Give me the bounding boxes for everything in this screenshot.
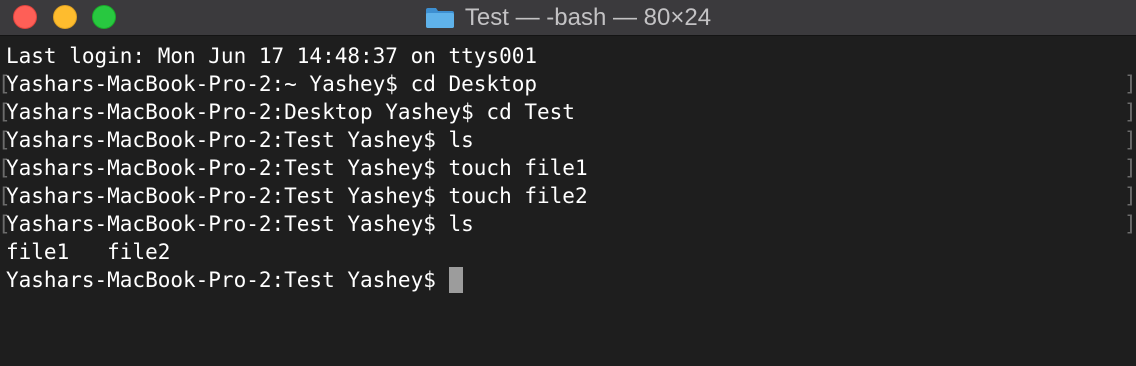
folder-icon: [425, 8, 454, 28]
mark-bracket-right: ]: [1124, 156, 1136, 180]
command-line-text: Yashars-MacBook-Pro-2:Desktop Yashey$ cd…: [6, 100, 575, 124]
window-title: Test — -bash — 80×24: [0, 0, 1136, 36]
terminal-window: Test — -bash — 80×24 Last login: Mon Jun…: [0, 0, 1136, 366]
prompt-container: Yashars-MacBook-Pro-2:Test Yashey$: [6, 266, 463, 294]
command-line: [ Yashars-MacBook-Pro-2:Test Yashey$ tou…: [0, 182, 1136, 210]
mark-bracket-right: ]: [1124, 128, 1136, 152]
command-line-text: Yashars-MacBook-Pro-2:Test Yashey$ touch…: [6, 156, 588, 180]
command-line-text: Yashars-MacBook-Pro-2:Test Yashey$ ls: [6, 128, 474, 152]
mark-bracket-right: ]: [1124, 72, 1136, 96]
prompt-text: Yashars-MacBook-Pro-2:Test Yashey$: [6, 268, 436, 292]
login-line-text: Last login: Mon Jun 17 14:48:37 on ttys0…: [6, 44, 538, 68]
command-line: [ Yashars-MacBook-Pro-2:Test Yashey$ ls …: [0, 126, 1136, 154]
window-title-text: Test — -bash — 80×24: [464, 4, 712, 31]
login-line: Last login: Mon Jun 17 14:48:37 on ttys0…: [0, 42, 1136, 70]
mark-bracket-right: ]: [1124, 212, 1136, 236]
output-line-text: file1 file2: [6, 240, 171, 264]
terminal-output[interactable]: Last login: Mon Jun 17 14:48:37 on ttys0…: [0, 42, 1136, 366]
command-line: [ Yashars-MacBook-Pro-2:Test Yashey$ ls …: [0, 210, 1136, 238]
command-line-text: Yashars-MacBook-Pro-2:Test Yashey$ touch…: [6, 184, 588, 208]
title-bar[interactable]: Test — -bash — 80×24: [0, 0, 1136, 36]
command-line-text: Yashars-MacBook-Pro-2:~ Yashey$ cd Deskt…: [6, 72, 538, 96]
text-cursor[interactable]: [448, 267, 463, 293]
active-prompt-line[interactable]: Yashars-MacBook-Pro-2:Test Yashey$: [0, 266, 1136, 294]
command-line: [ Yashars-MacBook-Pro-2:~ Yashey$ cd Des…: [0, 70, 1136, 98]
command-line-text: Yashars-MacBook-Pro-2:Test Yashey$ ls: [6, 212, 474, 236]
mark-bracket-right: ]: [1124, 184, 1136, 208]
command-line: [ Yashars-MacBook-Pro-2:Test Yashey$ tou…: [0, 154, 1136, 182]
output-line: file1 file2: [0, 238, 1136, 266]
mark-bracket-right: ]: [1124, 100, 1136, 124]
command-line: [ Yashars-MacBook-Pro-2:Desktop Yashey$ …: [0, 98, 1136, 126]
